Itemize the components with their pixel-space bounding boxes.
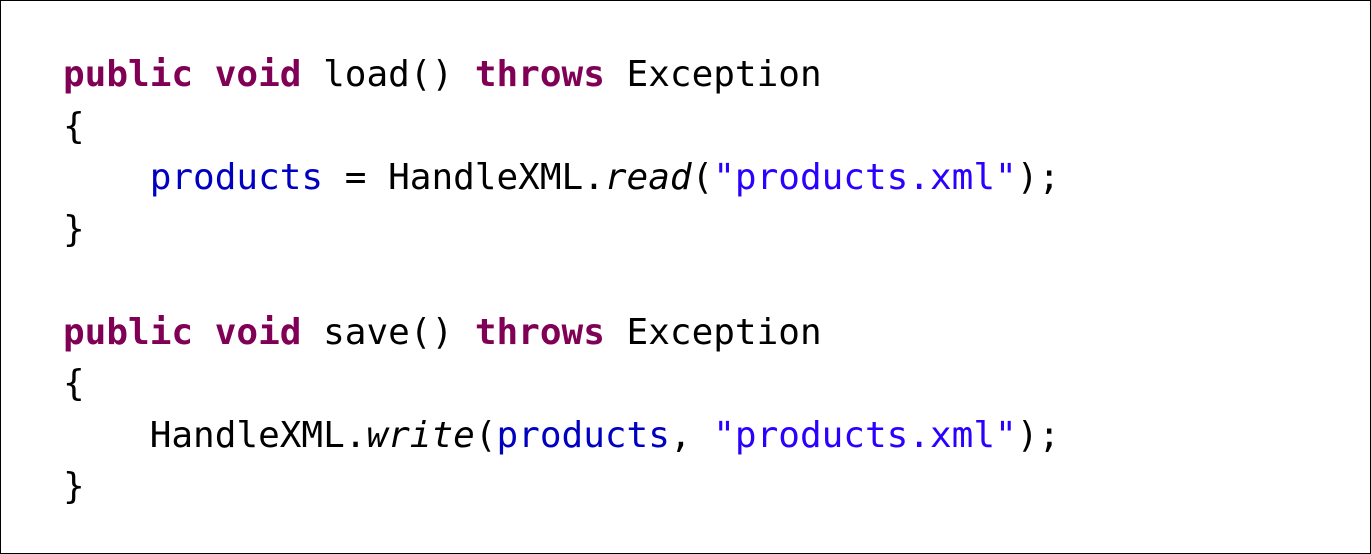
code-frame: public void load() throws Exception{ pro… [0, 0, 1371, 554]
code-token: { [63, 105, 85, 147]
code-line: } [63, 204, 1060, 256]
keyword-token: public [63, 54, 194, 95]
code-line: products = HandleXML.read("products.xml"… [63, 152, 1060, 204]
code-token: ( [691, 157, 714, 198]
code-token: , [669, 414, 714, 456]
static-method-token: write [366, 414, 475, 456]
keyword-token: void [214, 311, 302, 353]
code-token: ); [1016, 414, 1061, 456]
code-line: { [63, 358, 1060, 410]
code-line: public void load() throws Exception [63, 49, 1060, 101]
code-token: } [63, 208, 85, 250]
keyword-token: void [214, 54, 302, 95]
code-token: save() [301, 311, 475, 353]
keyword-token: throws [474, 54, 605, 95]
code-token: { [63, 363, 85, 404]
code-line: } [63, 461, 1060, 513]
code-token: ( [474, 414, 497, 456]
field-token: products [149, 157, 324, 198]
code-line: { [63, 101, 1060, 153]
code-token: Exception [604, 311, 822, 353]
string-literal-token: "products.xml" [713, 157, 1017, 198]
code-token: Exception [604, 54, 822, 95]
code-line: public void save() throws Exception [63, 307, 1060, 359]
field-token: products [496, 414, 670, 456]
static-method-token: read [604, 157, 692, 198]
keyword-token: public [63, 311, 194, 353]
code-token: ); [1016, 157, 1061, 198]
code-token: HandleXML. [63, 414, 367, 456]
code-block: public void load() throws Exception{ pro… [63, 49, 1060, 513]
code-token: = HandleXML. [323, 157, 605, 198]
keyword-token: throws [474, 311, 605, 353]
code-token: load() [301, 54, 475, 95]
code-token: } [63, 466, 85, 507]
string-literal-token: "products.xml" [713, 414, 1017, 456]
code-line: HandleXML.write(products, "products.xml"… [63, 410, 1060, 462]
